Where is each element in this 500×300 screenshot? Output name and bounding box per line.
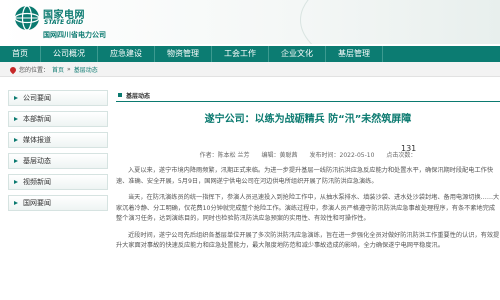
sidebar-item-hq-news[interactable]: 本部新闻	[8, 111, 108, 127]
location-pin-icon	[8, 65, 18, 74]
sidebar-item-sgcc-news[interactable]: 国网要闻	[8, 195, 108, 211]
main-content: 基层动态 遂宁公司：以练为战砺精兵 防“汛”未然筑屏障 作者：陈本松 兰芳 编辑…	[116, 82, 500, 300]
breadcrumb-prefix: 您的位置：	[19, 67, 50, 74]
company-name: 国网四川省电力公司	[43, 31, 106, 39]
nav-item-emergency[interactable]: 应急建设	[98, 46, 155, 62]
nav-item-home[interactable]: 首页	[0, 46, 41, 62]
article-title: 遂宁公司：以练为战砺精兵 防“汛”未然筑屏障	[204, 114, 412, 125]
site-header: 国家电网 STATE GRID 国网四川省电力公司	[0, 0, 500, 44]
breadcrumb: 您的位置： 首页 » 基层动态	[8, 65, 98, 74]
nav-item-overview[interactable]: 公司概况	[41, 46, 98, 62]
section-header: 基层动态	[116, 88, 500, 102]
sidebar-item-company-news[interactable]: 公司要闻	[8, 90, 108, 106]
sidebar-item-media-reports[interactable]: 媒体报道	[8, 132, 108, 148]
nav-item-materials[interactable]: 物资管理	[155, 46, 212, 62]
section-title: 基层动态	[126, 93, 151, 100]
state-grid-logo-icon[interactable]	[14, 5, 40, 31]
article-body: 入夏以来，遂宁市境内降雨频繁，汛期正式来临。为进一步提升基层一线防汛抗洪应急反应…	[116, 166, 500, 258]
header-decoration	[300, 0, 500, 44]
nav-item-culture[interactable]: 企业文化	[269, 46, 326, 62]
breadcrumb-bar: 您的位置： 首页 » 基层动态	[0, 62, 500, 77]
sidebar-item-grassroots[interactable]: 基层动态	[8, 153, 108, 169]
sidebar: 公司要闻 本部新闻 媒体报道 基层动态 视频新闻 国网要闻	[8, 90, 108, 216]
sidebar-item-video-news[interactable]: 视频新闻	[8, 174, 108, 190]
article-paragraph: 入夏以来，遂宁市境内降雨频繁，汛期正式来临。为进一步提升基层一线防汛抗洪应急反应…	[116, 167, 494, 185]
breadcrumb-separator: »	[67, 66, 71, 73]
section-marker-icon	[118, 93, 122, 97]
nav-item-union[interactable]: 工会工作	[212, 46, 269, 62]
view-count: 131	[401, 144, 417, 153]
main-nav: 首页 公司概况 应急建设 物资管理 工会工作 企业文化 基层管理	[0, 46, 500, 62]
breadcrumb-current-link[interactable]: 基层动态	[74, 65, 98, 74]
nav-item-grassroots[interactable]: 基层管理	[326, 46, 383, 62]
brand-name-en: STATE GRID	[44, 19, 84, 26]
article-paragraph: 当天，在防汛演练员的统一指挥下，参演人员迅速投入到抢险工作中，从抽水泵排水、填装…	[116, 194, 500, 222]
article-paragraph: 近段时间，遂宁公司先后组织各基层单位开展了多次防洪防汛应急演练，旨在进一步强化全…	[116, 231, 500, 250]
article-meta: 作者：陈本松 兰芳 编辑：黄聪茜 发布时间：2022-05-10 点击次数：	[199, 152, 417, 159]
breadcrumb-home-link[interactable]: 首页	[52, 65, 64, 74]
